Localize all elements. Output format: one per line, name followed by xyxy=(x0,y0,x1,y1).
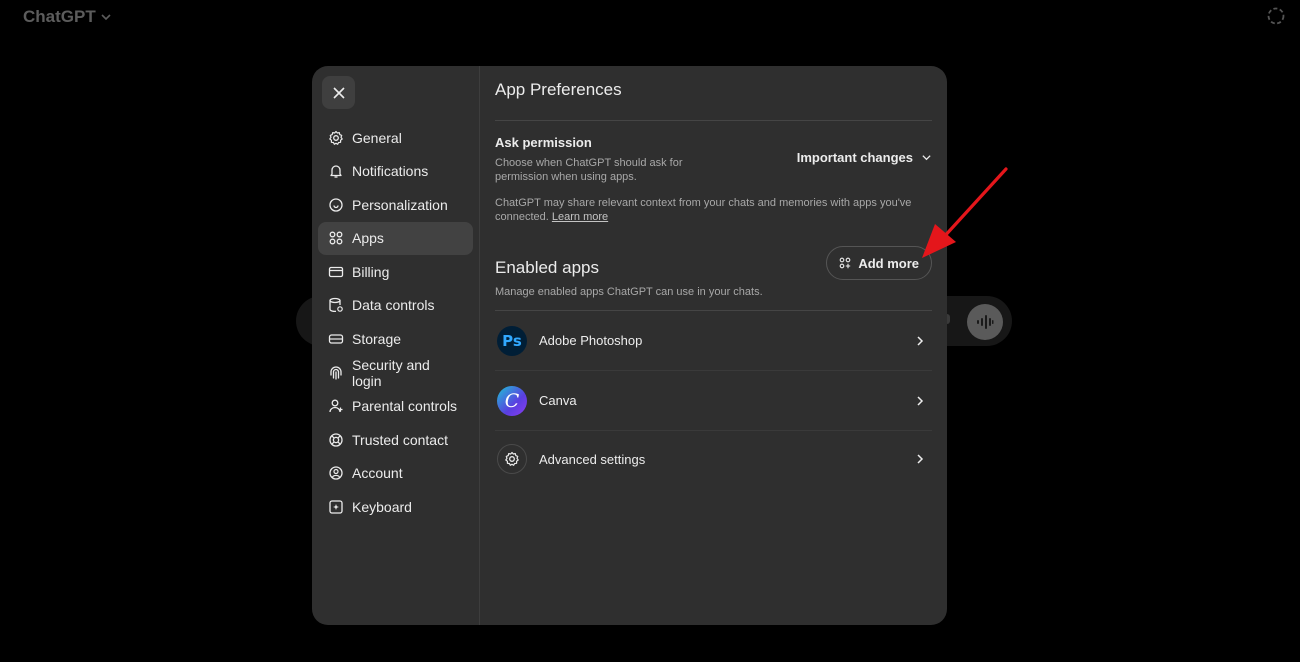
sidebar-item-data-controls[interactable]: Data controls xyxy=(318,289,473,322)
advanced-settings-icon xyxy=(497,444,527,474)
divider xyxy=(495,120,932,121)
enabled-apps-header: Enabled apps Manage enabled apps ChatGPT… xyxy=(495,246,932,298)
close-button[interactable] xyxy=(322,76,355,109)
sidebar-item-security[interactable]: Security and login xyxy=(318,356,473,389)
annotation-arrow-icon xyxy=(922,167,1008,258)
photoshop-icon: Ps xyxy=(497,325,527,356)
app-label: Canva xyxy=(539,393,577,408)
ask-permission-description: Choose when ChatGPT should ask for permi… xyxy=(495,157,683,183)
app-row-photoshop[interactable]: Ps Adobe Photoshop xyxy=(495,311,932,371)
keyboard-icon xyxy=(329,500,343,514)
canva-icon: C xyxy=(497,385,527,416)
chevron-right-icon xyxy=(917,454,924,464)
temporary-chat-icon[interactable] xyxy=(1266,6,1286,26)
chevron-down-icon xyxy=(101,14,111,21)
sidebar-item-general[interactable]: General xyxy=(318,121,473,154)
sidebar-item-label: Keyboard xyxy=(352,499,412,516)
enabled-apps-list: Ps Adobe Photoshop C Canva Advanced sett… xyxy=(495,310,932,487)
page-title: App Preferences xyxy=(495,80,622,99)
sidebar-item-notifications[interactable]: Notifications xyxy=(318,155,473,188)
app-title[interactable]: ChatGPT xyxy=(23,7,112,27)
chevron-down-icon xyxy=(922,154,931,160)
sidebar-item-label: Trusted contact xyxy=(352,431,448,448)
settings-sidebar: General Notifications Personalization Ap… xyxy=(312,66,480,625)
account-icon xyxy=(329,466,343,481)
sidebar-item-keyboard[interactable]: Keyboard xyxy=(318,491,473,524)
bell-icon xyxy=(330,165,342,178)
app-title-label: ChatGPT xyxy=(23,7,96,26)
sidebar-item-label: Security and login xyxy=(352,356,430,389)
sidebar-item-label: Notifications xyxy=(352,163,429,180)
chevron-right-icon xyxy=(917,395,924,406)
app-row-advanced-settings[interactable]: Advanced settings xyxy=(495,431,932,487)
sidebar-item-label: Account xyxy=(352,465,403,482)
sidebar-item-personalization[interactable]: Personalization xyxy=(318,188,473,221)
gear-icon xyxy=(329,130,343,145)
ask-permission-section: Ask permission Choose when ChatGPT shoul… xyxy=(495,135,932,184)
app-label: Adobe Photoshop xyxy=(539,333,643,348)
voice-mode-button[interactable] xyxy=(967,304,1003,340)
learn-more-link[interactable]: Learn more xyxy=(552,211,608,223)
sidebar-item-storage[interactable]: Storage xyxy=(318,323,473,356)
sidebar-item-account[interactable]: Account xyxy=(318,457,473,490)
ask-permission-value: Important changes xyxy=(796,149,913,165)
ask-permission-title: Ask permission xyxy=(495,135,592,150)
sidebar-item-trusted-contact[interactable]: Trusted contact xyxy=(318,423,473,456)
add-more-label: Add more xyxy=(858,255,919,271)
sidebar-item-label: Apps xyxy=(352,230,384,247)
fingerprint-icon xyxy=(330,366,342,380)
settings-modal: General Notifications Personalization Ap… xyxy=(312,66,947,625)
gear-icon xyxy=(505,451,519,466)
enabled-apps-title: Enabled apps xyxy=(495,258,599,277)
sidebar-item-label: General xyxy=(352,129,402,146)
database-icon xyxy=(329,298,343,313)
apps-add-icon xyxy=(839,257,851,269)
ask-permission-select[interactable]: Important changes xyxy=(797,148,932,166)
settings-content: App Preferences Ask permission Choose wh… xyxy=(480,66,947,625)
sidebar-item-parental-controls[interactable]: Parental controls xyxy=(318,390,473,423)
enabled-apps-description: Manage enabled apps ChatGPT can use in y… xyxy=(495,286,763,298)
photoshop-icon-text: Ps xyxy=(502,331,522,350)
chevron-right-icon xyxy=(917,335,924,346)
sidebar-item-label: Data controls xyxy=(352,297,435,314)
lifebuoy-icon xyxy=(329,433,343,447)
close-icon xyxy=(332,86,345,99)
app-label: Advanced settings xyxy=(539,451,646,467)
sidebar-item-billing[interactable]: Billing xyxy=(318,255,473,288)
card-icon xyxy=(328,266,344,278)
add-more-button[interactable]: Add more xyxy=(826,246,932,280)
sidebar-item-label: Storage xyxy=(352,331,402,348)
sidebar-item-apps[interactable]: Apps xyxy=(318,221,473,255)
sidebar-item-label: Personalization xyxy=(352,196,448,213)
waveform-icon xyxy=(977,315,994,329)
person-icon xyxy=(329,399,343,413)
personalization-icon xyxy=(329,198,343,212)
sidebar-item-label: Parental controls xyxy=(352,398,458,415)
sidebar-item-label: Billing xyxy=(352,263,390,280)
canva-icon-text: C xyxy=(504,389,520,412)
app-row-canva[interactable]: C Canva xyxy=(495,371,932,431)
apps-grid-icon xyxy=(329,231,343,245)
storage-icon xyxy=(328,334,344,344)
context-note: ChatGPT may share relevant context from … xyxy=(495,196,932,224)
